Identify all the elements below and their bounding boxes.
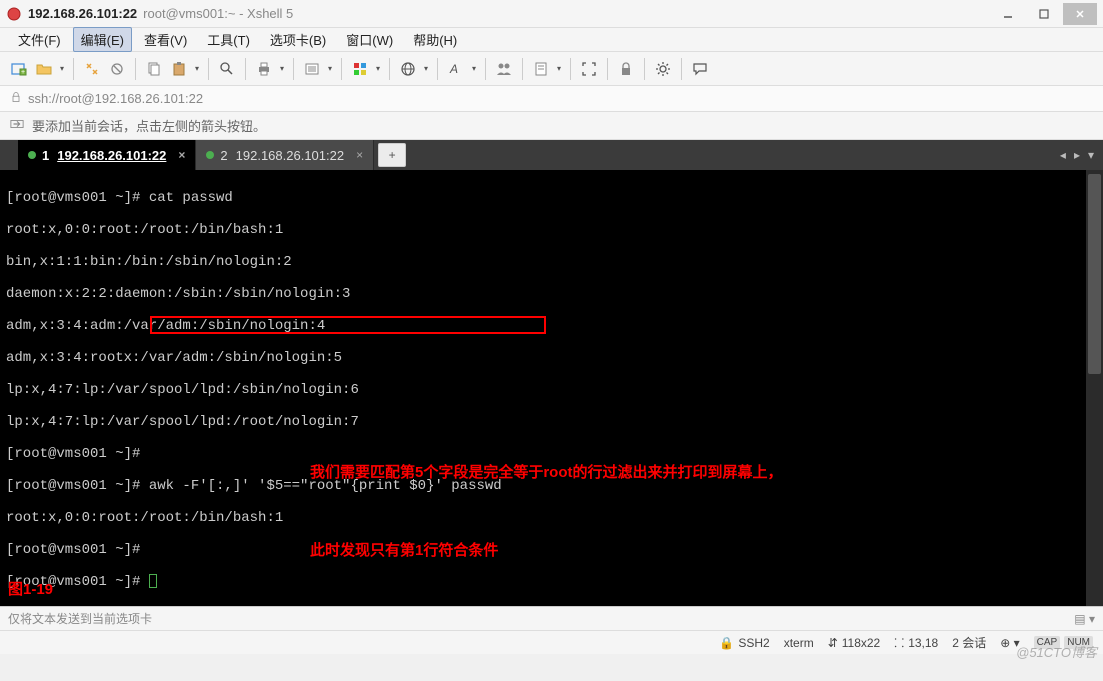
- tab-2-num: 2: [220, 148, 227, 163]
- svg-text:+: +: [21, 69, 25, 76]
- minimize-button[interactable]: [991, 3, 1025, 25]
- address-bar: ssh://root@192.168.26.101:22: [0, 86, 1103, 112]
- close-button[interactable]: [1063, 3, 1097, 25]
- properties-dropdown-icon[interactable]: ▾: [326, 64, 334, 73]
- term-line: adm,x:3:4:adm:/var/adm:/sbin/nologin:4: [6, 318, 1080, 334]
- cursor-icon: [149, 574, 157, 588]
- search-icon[interactable]: [216, 58, 238, 80]
- users-icon[interactable]: [493, 58, 515, 80]
- status-sessions: 2 会话: [952, 634, 986, 651]
- title-rest: root@vms001:~ - Xshell 5: [143, 6, 293, 21]
- tab-strip: 1 192.168.26.101:22 × 2 192.168.26.101:2…: [0, 140, 1103, 170]
- app-icon: [6, 6, 22, 22]
- menu-window[interactable]: 窗口(W): [338, 27, 401, 52]
- status-dot-icon: [206, 151, 214, 159]
- paste-icon[interactable]: [168, 58, 190, 80]
- tab-1-num: 1: [42, 148, 49, 163]
- open-dropdown-icon[interactable]: ▾: [58, 64, 66, 73]
- tab-nav: ◂ ▸ ▾: [1057, 140, 1103, 170]
- status-term: xterm: [784, 636, 814, 650]
- tab-1-label: 192.168.26.101:22: [57, 148, 166, 163]
- status-extra[interactable]: ⊕ ▾: [1000, 636, 1019, 650]
- num-indicator: NUM: [1064, 636, 1093, 649]
- info-arrow-icon[interactable]: [10, 117, 24, 134]
- send-bar[interactable]: 仅将文本发送到当前选项卡 ▤ ▾: [0, 606, 1103, 630]
- terminal[interactable]: [root@vms001 ~]# cat passwd root:x,0:0:r…: [0, 170, 1086, 606]
- menu-view[interactable]: 查看(V): [136, 27, 195, 52]
- tab-prev-icon[interactable]: ◂: [1057, 148, 1069, 162]
- term-line: adm,x:3:4:rootx:/var/adm:/sbin/nologin:5: [6, 350, 1080, 366]
- status-dot-icon: [28, 151, 36, 159]
- gear-icon[interactable]: [652, 58, 674, 80]
- send-bar-text: 仅将文本发送到当前选项卡: [8, 610, 152, 627]
- annotation-text: 我们需要匹配第5个字段是完全等于root的行过滤出来并打印到屏幕上， 此时发现只…: [310, 408, 783, 606]
- font-icon[interactable]: A: [445, 58, 467, 80]
- term-line: [root@vms001 ~]# cat passwd: [6, 190, 1080, 206]
- svg-text:A: A: [449, 62, 458, 76]
- scrollbar-thumb[interactable]: [1088, 174, 1101, 374]
- caps-indicator: CAP: [1034, 636, 1061, 649]
- title-bar: 192.168.26.101:22 root@vms001:~ - Xshell…: [0, 0, 1103, 28]
- status-size: ⇵118x22: [828, 636, 881, 650]
- disconnect-icon[interactable]: [106, 58, 128, 80]
- globe-dropdown-icon[interactable]: ▾: [422, 64, 430, 73]
- print-dropdown-icon[interactable]: ▾: [278, 64, 286, 73]
- lock-small-icon: [10, 91, 22, 106]
- send-bar-dropdown-icon[interactable]: ▤ ▾: [1074, 612, 1095, 626]
- status-pos: ⸬13,18: [894, 634, 938, 651]
- add-tab-button[interactable]: +: [378, 143, 406, 167]
- term-line: lp:x,4:7:lp:/var/spool/lpd:/sbin/nologin…: [6, 382, 1080, 398]
- tab-next-icon[interactable]: ▸: [1071, 148, 1083, 162]
- paste-dropdown-icon[interactable]: ▾: [193, 64, 201, 73]
- color-scheme-icon[interactable]: [349, 58, 371, 80]
- tab-1[interactable]: 1 192.168.26.101:22 ×: [18, 140, 196, 170]
- chat-icon[interactable]: [689, 58, 711, 80]
- info-text: 要添加当前会话，点击左侧的箭头按钮。: [32, 116, 266, 135]
- term-line: bin,x:1:1:bin:/bin:/sbin/nologin:2: [6, 254, 1080, 270]
- copy-icon[interactable]: [143, 58, 165, 80]
- tab-2[interactable]: 2 192.168.26.101:22 ×: [196, 140, 374, 170]
- toolbar: + ▾ ▾ ▾ ▾ ▾ ▾ A ▾ ▾: [0, 52, 1103, 86]
- terminal-scrollbar[interactable]: [1086, 170, 1103, 606]
- print-icon[interactable]: [253, 58, 275, 80]
- globe-icon[interactable]: [397, 58, 419, 80]
- tab-1-close-icon[interactable]: ×: [178, 148, 185, 162]
- menu-edit[interactable]: 编辑(E): [73, 27, 132, 52]
- info-bar: 要添加当前会话，点击左侧的箭头按钮。: [0, 112, 1103, 140]
- script-dropdown-icon[interactable]: ▾: [555, 64, 563, 73]
- figure-label: 图1-19: [8, 582, 53, 598]
- script-icon[interactable]: [530, 58, 552, 80]
- term-line: daemon:x:2:2:daemon:/sbin:/sbin/nologin:…: [6, 286, 1080, 302]
- maximize-button[interactable]: [1027, 3, 1061, 25]
- term-line: root:x,0:0:root:/root:/bin/bash:1: [6, 222, 1080, 238]
- menu-file[interactable]: 文件(F): [10, 27, 69, 52]
- terminal-area: [root@vms001 ~]# cat passwd root:x,0:0:r…: [0, 170, 1103, 606]
- color-dropdown-icon[interactable]: ▾: [374, 64, 382, 73]
- status-ssh: 🔒SSH2: [719, 636, 769, 650]
- new-session-icon[interactable]: +: [8, 58, 30, 80]
- reconnect-icon[interactable]: [81, 58, 103, 80]
- menu-tools[interactable]: 工具(T): [199, 27, 258, 52]
- properties-icon[interactable]: [301, 58, 323, 80]
- menu-help[interactable]: 帮助(H): [405, 27, 465, 52]
- menu-bar: 文件(F) 编辑(E) 查看(V) 工具(T) 选项卡(B) 窗口(W) 帮助(…: [0, 28, 1103, 52]
- lock-status-icon: 🔒: [719, 636, 734, 650]
- tab-2-label: 192.168.26.101:22: [236, 148, 344, 163]
- address-url[interactable]: ssh://root@192.168.26.101:22: [28, 91, 203, 106]
- status-bar: 🔒SSH2 xterm ⇵118x22 ⸬13,18 2 会话 ⊕ ▾ CAPN…: [0, 630, 1103, 654]
- fullscreen-icon[interactable]: [578, 58, 600, 80]
- tab-2-close-icon[interactable]: ×: [356, 148, 363, 162]
- title-ip: 192.168.26.101:22: [28, 6, 137, 21]
- tab-list-icon[interactable]: ▾: [1085, 148, 1097, 162]
- menu-tabs[interactable]: 选项卡(B): [262, 27, 334, 52]
- open-folder-icon[interactable]: [33, 58, 55, 80]
- lock-icon[interactable]: [615, 58, 637, 80]
- font-dropdown-icon[interactable]: ▾: [470, 64, 478, 73]
